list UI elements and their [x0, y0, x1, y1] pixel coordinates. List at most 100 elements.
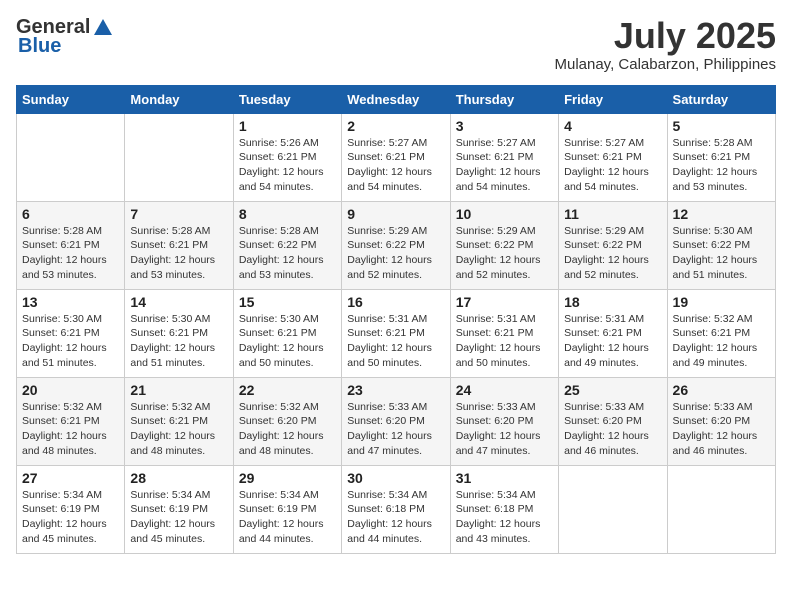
calendar-week-row: 1Sunrise: 5:26 AMSunset: 6:21 PMDaylight…: [17, 113, 776, 201]
day-info: Sunrise: 5:32 AMSunset: 6:20 PMDaylight:…: [239, 400, 336, 459]
logo-blue: Blue: [16, 35, 61, 58]
day-info: Sunrise: 5:34 AMSunset: 6:19 PMDaylight:…: [239, 488, 336, 547]
calendar-week-row: 6 Sunrise: 5:28 AMSunset: 6:21 PMDaylight…: [17, 201, 776, 289]
day-number: 2: [347, 118, 444, 134]
calendar-cell: 22 Sunrise: 5:32 AMSunset: 6:20 PMDayligh…: [233, 377, 341, 465]
calendar-cell: 1Sunrise: 5:26 AMSunset: 6:21 PMDaylight…: [233, 113, 341, 201]
day-info: Sunrise: 5:32 AMSunset: 6:21 PMDaylight:…: [130, 400, 227, 459]
calendar-week-row: 13 Sunrise: 5:30 AMSunset: 6:21 PMDayligh…: [17, 289, 776, 377]
day-info: Sunrise: 5:34 AMSunset: 6:19 PMDaylight:…: [130, 488, 227, 547]
calendar-cell: 12Sunrise: 5:30 AMSunset: 6:22 PMDayligh…: [667, 201, 775, 289]
day-info: Sunrise: 5:33 AMSunset: 6:20 PMDaylight:…: [347, 400, 444, 459]
calendar-cell: 27 Sunrise: 5:34 AMSunset: 6:19 PMDayligh…: [17, 465, 125, 553]
day-info: Sunrise: 5:29 AMSunset: 6:22 PMDaylight:…: [456, 224, 553, 283]
day-info: Sunrise: 5:28 AMSunset: 6:21 PMDaylight:…: [130, 224, 227, 283]
day-info: Sunrise: 5:31 AMSunset: 6:21 PMDaylight:…: [347, 312, 444, 371]
day-info: Sunrise: 5:34 AMSunset: 6:18 PMDaylight:…: [347, 488, 444, 547]
day-info: Sunrise: 5:27 AMSunset: 6:21 PMDaylight:…: [564, 136, 661, 195]
day-info: Sunrise: 5:34 AMSunset: 6:18 PMDaylight:…: [456, 488, 553, 547]
calendar-cell: 19Sunrise: 5:32 AMSunset: 6:21 PMDayligh…: [667, 289, 775, 377]
day-number: 6: [22, 206, 119, 222]
calendar-cell: [667, 465, 775, 553]
calendar-cell: [559, 465, 667, 553]
day-info: Sunrise: 5:32 AMSunset: 6:21 PMDaylight:…: [673, 312, 770, 371]
day-info: Sunrise: 5:33 AMSunset: 6:20 PMDaylight:…: [673, 400, 770, 459]
calendar-table: SundayMondayTuesdayWednesdayThursdayFrid…: [16, 85, 776, 554]
day-number: 21: [130, 382, 227, 398]
calendar-cell: [17, 113, 125, 201]
day-number: 29: [239, 470, 336, 486]
day-number: 7: [130, 206, 227, 222]
day-info: Sunrise: 5:34 AMSunset: 6:19 PMDaylight:…: [22, 488, 119, 547]
calendar-cell: 21 Sunrise: 5:32 AMSunset: 6:21 PMDayligh…: [125, 377, 233, 465]
day-number: 23: [347, 382, 444, 398]
weekday-header: Monday: [125, 85, 233, 113]
calendar-cell: 9 Sunrise: 5:29 AMSunset: 6:22 PMDaylight…: [342, 201, 450, 289]
day-number: 30: [347, 470, 444, 486]
title-area: July 2025 Mulanay, Calabarzon, Philippin…: [554, 16, 776, 73]
day-number: 10: [456, 206, 553, 222]
day-info: Sunrise: 5:31 AMSunset: 6:21 PMDaylight:…: [564, 312, 661, 371]
page-header: General Blue July 2025 Mulanay, Calabarz…: [16, 16, 776, 73]
day-number: 3: [456, 118, 553, 134]
day-number: 28: [130, 470, 227, 486]
weekday-header: Tuesday: [233, 85, 341, 113]
calendar-cell: 20Sunrise: 5:32 AMSunset: 6:21 PMDayligh…: [17, 377, 125, 465]
day-info: Sunrise: 5:27 AMSunset: 6:21 PMDaylight:…: [456, 136, 553, 195]
day-number: 20: [22, 382, 119, 398]
calendar-cell: 5Sunrise: 5:28 AMSunset: 6:21 PMDaylight…: [667, 113, 775, 201]
calendar-cell: 13 Sunrise: 5:30 AMSunset: 6:21 PMDayligh…: [17, 289, 125, 377]
calendar-cell: 28 Sunrise: 5:34 AMSunset: 6:19 PMDayligh…: [125, 465, 233, 553]
day-info: Sunrise: 5:29 AMSunset: 6:22 PMDaylight:…: [347, 224, 444, 283]
weekday-header: Wednesday: [342, 85, 450, 113]
calendar-cell: [125, 113, 233, 201]
calendar-cell: 8Sunrise: 5:28 AMSunset: 6:22 PMDaylight…: [233, 201, 341, 289]
calendar-cell: 10 Sunrise: 5:29 AMSunset: 6:22 PMDayligh…: [450, 201, 558, 289]
calendar-cell: 15 Sunrise: 5:30 AMSunset: 6:21 PMDayligh…: [233, 289, 341, 377]
day-number: 18: [564, 294, 661, 310]
day-number: 22: [239, 382, 336, 398]
calendar-cell: 17Sunrise: 5:31 AMSunset: 6:21 PMDayligh…: [450, 289, 558, 377]
month-title: July 2025: [554, 16, 776, 56]
calendar-cell: 4 Sunrise: 5:27 AMSunset: 6:21 PMDaylight…: [559, 113, 667, 201]
weekday-header-row: SundayMondayTuesdayWednesdayThursdayFrid…: [17, 85, 776, 113]
day-info: Sunrise: 5:30 AMSunset: 6:21 PMDaylight:…: [22, 312, 119, 371]
day-info: Sunrise: 5:28 AMSunset: 6:22 PMDaylight:…: [239, 224, 336, 283]
calendar-cell: 23 Sunrise: 5:33 AMSunset: 6:20 PMDayligh…: [342, 377, 450, 465]
day-number: 11: [564, 206, 661, 222]
calendar-cell: 6 Sunrise: 5:28 AMSunset: 6:21 PMDaylight…: [17, 201, 125, 289]
calendar-week-row: 20 Sunrise: 5:32 AMSunset: 6:21 PMDayligh…: [17, 377, 776, 465]
day-number: 16: [347, 294, 444, 310]
day-number: 24: [456, 382, 553, 398]
calendar-cell: 18 Sunrise: 5:31 AMSunset: 6:21 PMDayligh…: [559, 289, 667, 377]
calendar-cell: 24Sunrise: 5:33 AMSunset: 6:20 PMDayligh…: [450, 377, 558, 465]
day-number: 27: [22, 470, 119, 486]
calendar-cell: 7 Sunrise: 5:28 AMSunset: 6:21 PMDaylight…: [125, 201, 233, 289]
logo-icon: [92, 17, 114, 39]
day-info: Sunrise: 5:33 AMSunset: 6:20 PMDaylight:…: [564, 400, 661, 459]
day-number: 4: [564, 118, 661, 134]
logo: General Blue: [16, 16, 114, 58]
day-number: 13: [22, 294, 119, 310]
day-info: Sunrise: 5:29 AMSunset: 6:22 PMDaylight:…: [564, 224, 661, 283]
day-number: 25: [564, 382, 661, 398]
day-number: 9: [347, 206, 444, 222]
location: Mulanay, Calabarzon, Philippines: [554, 56, 776, 73]
calendar-cell: 2 Sunrise: 5:27 AMSunset: 6:21 PMDaylight…: [342, 113, 450, 201]
day-info: Sunrise: 5:28 AMSunset: 6:21 PMDaylight:…: [22, 224, 119, 283]
day-info: Sunrise: 5:30 AMSunset: 6:21 PMDaylight:…: [239, 312, 336, 371]
calendar-cell: 29 Sunrise: 5:34 AMSunset: 6:19 PMDayligh…: [233, 465, 341, 553]
day-info: Sunrise: 5:30 AMSunset: 6:22 PMDaylight:…: [673, 224, 770, 283]
day-number: 5: [673, 118, 770, 134]
weekday-header: Sunday: [17, 85, 125, 113]
calendar-cell: 16 Sunrise: 5:31 AMSunset: 6:21 PMDayligh…: [342, 289, 450, 377]
day-info: Sunrise: 5:30 AMSunset: 6:21 PMDaylight:…: [130, 312, 227, 371]
day-number: 14: [130, 294, 227, 310]
day-number: 15: [239, 294, 336, 310]
day-info: Sunrise: 5:31 AMSunset: 6:21 PMDaylight:…: [456, 312, 553, 371]
calendar-week-row: 27 Sunrise: 5:34 AMSunset: 6:19 PMDayligh…: [17, 465, 776, 553]
calendar-cell: 30 Sunrise: 5:34 AMSunset: 6:18 PMDayligh…: [342, 465, 450, 553]
calendar-cell: 11 Sunrise: 5:29 AMSunset: 6:22 PMDayligh…: [559, 201, 667, 289]
weekday-header: Saturday: [667, 85, 775, 113]
day-info: Sunrise: 5:27 AMSunset: 6:21 PMDaylight:…: [347, 136, 444, 195]
